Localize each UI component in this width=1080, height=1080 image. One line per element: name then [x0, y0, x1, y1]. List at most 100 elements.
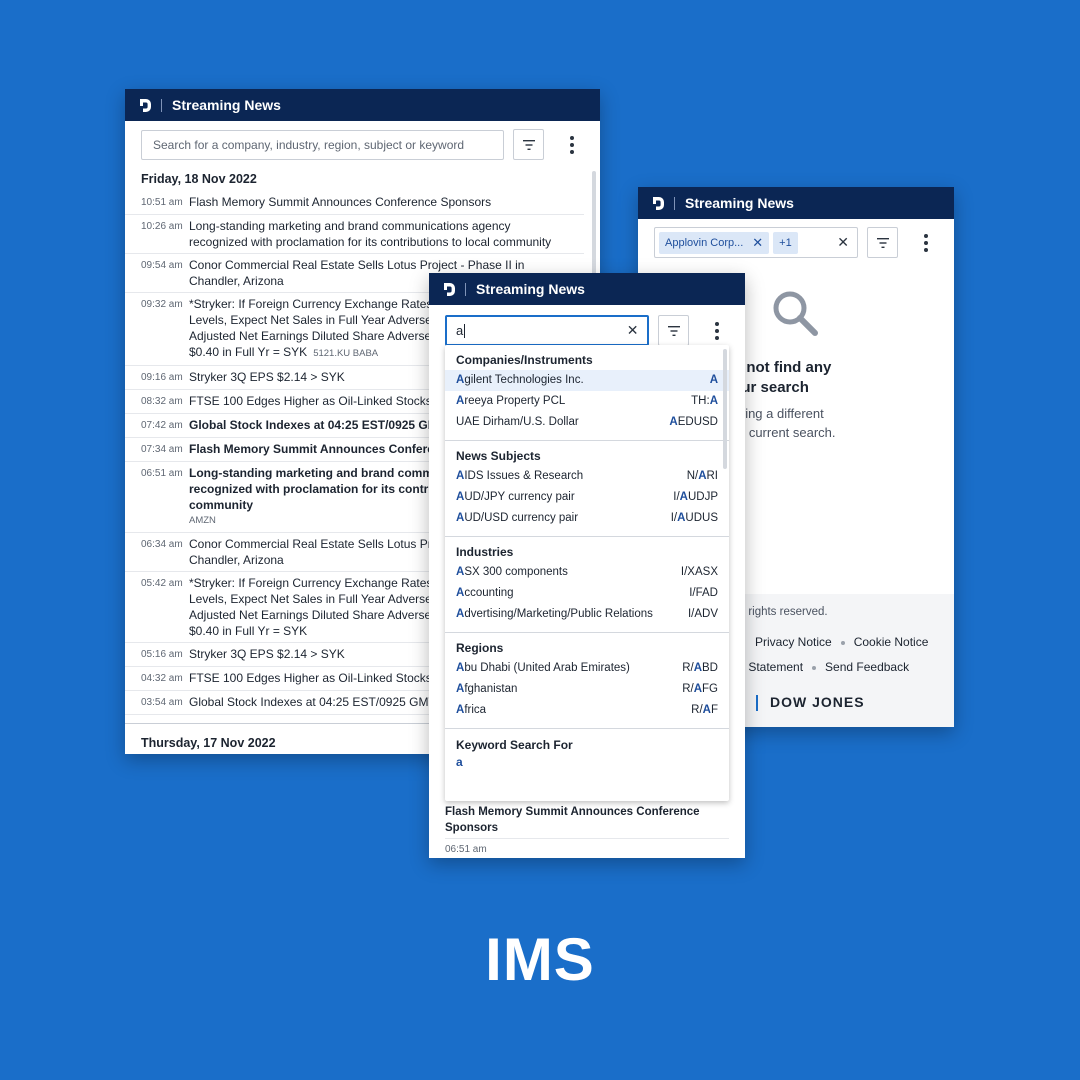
news-headline[interactable]: Flash Memory Summit Announces Conference… — [189, 194, 568, 211]
more-icon[interactable] — [560, 129, 584, 160]
suggestion-item[interactable]: Afghanistan R/AFG — [445, 679, 729, 700]
news-headline[interactable]: Long-standing marketing and brand commun… — [189, 218, 568, 250]
suggestion-item[interactable]: AUD/JPY currency pair I/AUDJP — [445, 487, 729, 508]
logo-icon — [443, 282, 456, 297]
keyword-value[interactable]: a — [445, 755, 729, 769]
news-row[interactable]: 10:51 am Flash Memory Summit Announces Co… — [125, 191, 584, 215]
suggestion-groups: Companies/Instruments Agilent Technologie… — [445, 345, 729, 729]
match-highlight: A — [456, 374, 465, 386]
suggestion-item[interactable]: UAE Dirham/U.S. Dollar AEDUSD — [445, 412, 729, 433]
suggestion-group: Industries ASX 300 components I/XASX Accoun… — [445, 537, 729, 633]
streaming-news-panel-search: Streaming News a ✕ Companies/Instruments… — [429, 273, 745, 858]
news-time: 03:54 am — [141, 697, 183, 708]
privacy-link[interactable]: Privacy Notice — [755, 635, 832, 649]
suggestion-item[interactable]: Areeya Property PCL TH:A — [445, 391, 729, 412]
panel-header: Streaming News — [125, 89, 600, 121]
filter-chip[interactable]: Applovin Corp... ✕ — [659, 231, 770, 254]
match-highlight: A — [693, 683, 703, 695]
cookie-link[interactable]: Cookie Notice — [854, 635, 929, 649]
panel-header: Streaming News — [429, 273, 745, 305]
group-title: Regions — [456, 641, 504, 655]
suggestion-code: I/AUDUS — [670, 512, 718, 524]
search-chip-field[interactable]: Applovin Corp... ✕ +1 ✕ — [654, 227, 858, 258]
suggestion-label: Abu Dhabi (United Arab Emirates) — [456, 662, 630, 674]
news-time: 07:42 am — [141, 420, 183, 431]
filter-button[interactable] — [658, 315, 690, 346]
suggestion-label: AIDS Issues & Research — [456, 470, 584, 482]
filter-button[interactable] — [513, 129, 545, 160]
header-separator — [465, 282, 466, 296]
match-highlight: A — [456, 587, 465, 599]
news-time: 05:16 am — [141, 649, 183, 660]
panel-title: Streaming News — [172, 97, 281, 113]
suggestion-label: ASX 300 components — [456, 566, 568, 578]
news-time: 07:34 am — [141, 444, 183, 455]
scrollbar[interactable] — [723, 349, 727, 469]
suggestion-code: N/ARI — [686, 470, 718, 482]
suggestion-dropdown: Companies/Instruments Agilent Technologie… — [445, 345, 729, 801]
search-input[interactable]: a ✕ — [445, 315, 650, 346]
suggestion-item[interactable]: Accounting I/FAD — [445, 583, 729, 604]
logo-icon — [139, 98, 152, 113]
suggestion-label: Accounting — [456, 587, 514, 599]
suggestion-code: AEDUSD — [669, 416, 718, 428]
news-time: 09:54 am — [141, 260, 183, 271]
more-chips-badge[interactable]: +1 — [773, 231, 798, 254]
suggestion-item[interactable]: ASX 300 components I/XASX — [445, 562, 729, 583]
group-title: Industries — [456, 545, 514, 559]
suggestion-group: Companies/Instruments Agilent Technologie… — [445, 345, 729, 441]
match-highlight: A — [709, 374, 718, 386]
news-headline[interactable]: Flash Memory Summit Announces Conference… — [445, 804, 729, 836]
match-highlight: A — [669, 416, 678, 428]
news-row[interactable]: 10:26 am Long-standing marketing and bran… — [125, 215, 584, 254]
panel-title: Streaming News — [476, 281, 585, 297]
news-time: 06:34 am — [141, 539, 183, 550]
close-icon[interactable]: ✕ — [627, 322, 639, 339]
more-icon[interactable] — [705, 315, 729, 346]
news-time: 10:26 am — [141, 221, 183, 232]
news-time: 06:51 am — [141, 468, 183, 479]
brand-logo: DOW JONES — [756, 694, 865, 712]
match-highlight: A — [456, 608, 465, 620]
suggestion-label: Areeya Property PCL — [456, 395, 566, 407]
news-time: 08:32 am — [141, 396, 183, 407]
match-highlight: A — [698, 470, 707, 482]
match-highlight: A — [456, 491, 465, 503]
header-separator — [161, 98, 162, 112]
more-icon[interactable] — [914, 227, 938, 258]
suggestion-code: TH:A — [691, 395, 718, 407]
group-title: News Subjects — [456, 449, 541, 463]
suggestion-code: R/AF — [691, 704, 718, 716]
news-time: 04:32 am — [141, 673, 183, 684]
ticker-tags[interactable]: 5121.KU BABA — [313, 348, 378, 359]
match-highlight: A — [679, 491, 688, 503]
chip-label: Applovin Corp... — [665, 236, 744, 249]
panel-header: Streaming News — [638, 187, 954, 219]
header-separator — [674, 196, 675, 210]
suggestion-item[interactable]: AIDS Issues & Research N/ARI — [445, 466, 729, 487]
brand-text: DOW JONES — [770, 694, 865, 710]
news-time: 10:51 am — [141, 197, 183, 208]
match-highlight: A — [456, 566, 465, 578]
logo-icon — [652, 196, 665, 211]
suggestion-item[interactable]: AUD/USD currency pair I/AUDUS — [445, 508, 729, 529]
search-placeholder: Search for a company, industry, region, … — [153, 137, 465, 152]
suggestion-item[interactable]: Africa R/AF — [445, 700, 729, 721]
suggestion-label: AUD/USD currency pair — [456, 512, 579, 524]
suggestion-item[interactable]: Advertising/Marketing/Public Relations I/… — [445, 604, 729, 625]
filter-button[interactable] — [867, 227, 898, 258]
close-icon[interactable]: ✕ — [752, 235, 763, 251]
keyword-group[interactable]: Keyword Search For a — [445, 729, 729, 769]
news-time: 09:32 am — [141, 299, 183, 310]
filter-icon — [522, 139, 535, 150]
date-header: Friday, 18 Nov 2022 — [141, 172, 257, 186]
news-time: 05:42 am — [141, 578, 183, 589]
group-title: Companies/Instruments — [456, 353, 593, 367]
feedback-link[interactable]: Send Feedback — [825, 660, 909, 674]
close-icon[interactable]: ✕ — [837, 234, 849, 251]
search-input[interactable]: Search for a company, industry, region, … — [141, 129, 505, 160]
filter-icon — [667, 325, 680, 336]
suggestion-item[interactable]: Abu Dhabi (United Arab Emirates) R/ABD — [445, 658, 729, 679]
suggestion-item[interactable]: Agilent Technologies Inc. A — [445, 370, 729, 391]
search-icon — [773, 291, 818, 336]
